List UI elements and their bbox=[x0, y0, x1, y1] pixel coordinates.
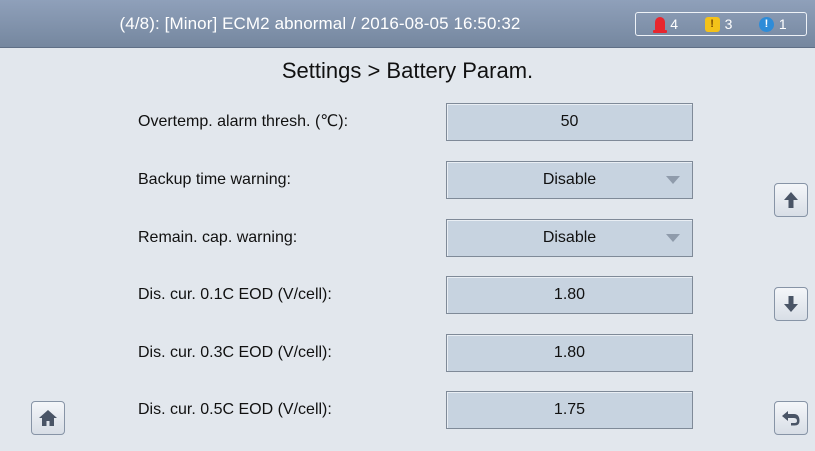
overtemp-threshold-input[interactable]: 50 bbox=[446, 103, 693, 141]
arrow-down-icon bbox=[784, 296, 798, 312]
param-label-eod-05c: Dis. cur. 0.5C EOD (V/cell): bbox=[138, 401, 332, 418]
arrow-up-icon bbox=[784, 192, 798, 208]
param-label-eod-01c: Dis. cur. 0.1C EOD (V/cell): bbox=[138, 286, 332, 303]
alarm-message[interactable]: (4/8): [Minor] ECM2 abnormal / 2016-08-0… bbox=[0, 0, 640, 48]
critical-alarm-count: 4 bbox=[653, 16, 679, 33]
critical-count-value: 4 bbox=[670, 16, 679, 32]
home-icon bbox=[39, 410, 57, 426]
field-value: Disable bbox=[542, 229, 597, 246]
critical-alarm-icon bbox=[653, 17, 668, 33]
major-count-value: 3 bbox=[724, 16, 733, 32]
param-label-overtemp: Overtemp. alarm thresh. (℃): bbox=[138, 113, 349, 130]
remain-cap-warning-select[interactable]: Disable bbox=[446, 219, 693, 257]
major-alarm-count: ! 3 bbox=[704, 16, 733, 32]
field-value: 1.80 bbox=[553, 286, 586, 303]
backup-time-warning-select[interactable]: Disable bbox=[446, 161, 693, 199]
eod-03c-input[interactable]: 1.80 bbox=[446, 334, 693, 372]
param-label-eod-03c: Dis. cur. 0.3C EOD (V/cell): bbox=[138, 344, 332, 361]
scroll-down-button[interactable] bbox=[774, 287, 808, 321]
major-alarm-icon: ! bbox=[704, 16, 720, 32]
param-label-backup-time: Backup time warning: bbox=[138, 171, 291, 188]
field-value: Disable bbox=[542, 171, 597, 188]
minor-count-value: 1 bbox=[778, 16, 787, 32]
minor-alarm-icon: ! bbox=[758, 16, 774, 32]
back-button[interactable] bbox=[774, 401, 808, 435]
page-title: Settings > Battery Param. bbox=[281, 58, 534, 83]
alarm-counts[interactable]: 4 ! 3 ! 1 bbox=[635, 12, 807, 36]
field-value: 1.75 bbox=[553, 401, 586, 418]
eod-01c-input[interactable]: 1.80 bbox=[446, 276, 693, 314]
dropdown-arrow-icon bbox=[666, 234, 680, 242]
alarm-bar[interactable]: (4/8): [Minor] ECM2 abnormal / 2016-08-0… bbox=[0, 0, 815, 48]
field-value: 1.80 bbox=[553, 344, 586, 361]
field-value: 50 bbox=[560, 113, 579, 130]
home-button[interactable] bbox=[31, 401, 65, 435]
param-label-remain-cap: Remain. cap. warning: bbox=[138, 229, 298, 246]
scroll-up-button[interactable] bbox=[774, 183, 808, 217]
eod-05c-input[interactable]: 1.75 bbox=[446, 391, 693, 429]
minor-alarm-count: ! 1 bbox=[758, 16, 787, 32]
dropdown-arrow-icon bbox=[666, 176, 680, 184]
back-icon bbox=[782, 411, 800, 426]
